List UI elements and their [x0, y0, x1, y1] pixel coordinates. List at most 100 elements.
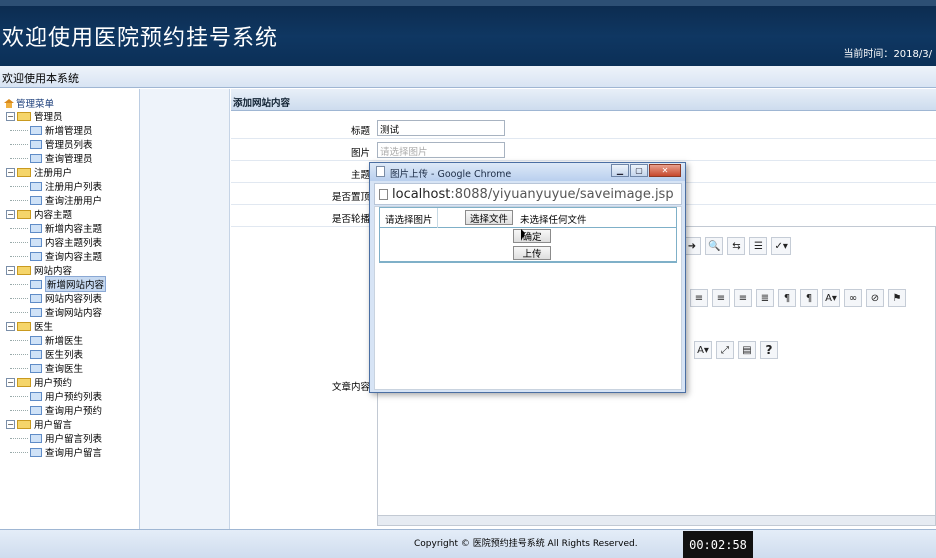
sidebar-item[interactable]: 查询管理员: [6, 151, 106, 165]
sidebar-group[interactable]: − 用户预约: [6, 375, 106, 389]
popup-content: 请选择图片 选择文件 未选择任何文件 确定 上传: [374, 206, 682, 390]
carousel-label: 是否轮播: [331, 214, 370, 225]
sidebar-group[interactable]: − 内容主题: [6, 207, 106, 221]
close-button[interactable]: ✕: [649, 164, 681, 177]
replace-icon[interactable]: ⇆: [727, 237, 746, 255]
page-icon: [30, 125, 42, 135]
tree-root[interactable]: 管理菜单: [4, 96, 54, 110]
sidebar-item[interactable]: 新增管理员: [6, 123, 106, 137]
link-icon[interactable]: ∞: [844, 289, 862, 307]
sidebar-item[interactable]: 用户留言列表: [6, 431, 106, 445]
sidebar-item-label: 管理员列表: [45, 140, 93, 151]
upload-row: 请选择图片 选择文件 未选择任何文件: [380, 208, 676, 228]
sidebar-item[interactable]: 查询用户预约: [6, 403, 106, 417]
editor-toolbar-3: A▾ ⤢ ▤ ?: [694, 339, 778, 361]
sidebar-item[interactable]: 管理员列表: [6, 137, 106, 151]
sidebar-item[interactable]: 查询网站内容: [6, 305, 106, 319]
confirm-button[interactable]: 确定: [513, 229, 551, 243]
current-time-label: 当前时间：: [843, 49, 894, 60]
collapse-icon[interactable]: −: [6, 209, 15, 219]
sidebar-item-label: 查询内容主题: [45, 252, 103, 263]
spellcheck-icon[interactable]: ✓▾: [771, 237, 791, 255]
select-all-icon[interactable]: ☰: [749, 237, 768, 255]
maximize-icon[interactable]: ⤢: [716, 341, 734, 359]
collapse-icon[interactable]: −: [6, 377, 15, 387]
choose-file-button[interactable]: 选择文件: [465, 210, 514, 225]
title-input[interactable]: 测试: [377, 120, 505, 136]
editor-status-bar: [378, 515, 935, 525]
sidebar-menu: 管理菜单 − 管理员 新增管理员管理员列表查询管理员 − 注册用户 注册用户列表查询注册用…: [0, 89, 140, 529]
copyright-text: Copyright © 医院预约挂号系统 All Rights Reserved…: [414, 539, 638, 549]
sidebar-item-label: 查询网站内容: [45, 308, 103, 319]
page-icon: [30, 223, 42, 233]
sidebar-item[interactable]: 新增网站内容: [6, 276, 107, 292]
sidebar-group[interactable]: − 注册用户: [6, 165, 106, 179]
upload-button[interactable]: 上传: [513, 246, 551, 260]
align-center-icon[interactable]: ≡: [712, 289, 730, 307]
sidebar-item-label: 内容主题列表: [45, 238, 103, 249]
welcome-bar: 欢迎使用本系统: [0, 66, 936, 88]
rtl-icon[interactable]: ¶: [800, 289, 818, 307]
anchor-icon[interactable]: ⚑: [888, 289, 906, 307]
text-color-icon[interactable]: A▾: [694, 341, 712, 359]
restore-button[interactable]: ▢: [630, 164, 648, 177]
popup-titlebar[interactable]: 图片上传 - Google Chrome ▁ ▢ ✕: [370, 163, 685, 181]
pinned-label: 是否置顶: [331, 192, 370, 203]
folder-icon: [17, 167, 31, 177]
tree-root-label: 管理菜单: [16, 99, 55, 110]
help-icon[interactable]: ?: [760, 341, 778, 359]
align-right-icon[interactable]: ≡: [734, 289, 752, 307]
page-icon: [30, 293, 42, 303]
sidebar-group[interactable]: − 网站内容: [6, 263, 106, 277]
page-icon: [379, 188, 388, 200]
collapse-icon[interactable]: −: [6, 419, 15, 429]
sidebar-group[interactable]: − 管理员: [6, 109, 106, 123]
collapse-icon[interactable]: −: [6, 111, 15, 121]
sidebar-item-label: 查询注册用户: [45, 196, 103, 207]
language-icon[interactable]: A▾: [822, 289, 840, 307]
mouse-cursor-icon: [521, 229, 525, 241]
sidebar-item[interactable]: 内容主题列表: [6, 235, 106, 249]
welcome-text: 欢迎使用本系统: [2, 72, 79, 85]
minimize-button[interactable]: ▁: [611, 164, 629, 177]
recording-timer: 00:02:58: [683, 531, 753, 558]
page-icon: [30, 391, 42, 401]
collapse-icon[interactable]: −: [6, 321, 15, 331]
image-upload-window[interactable]: 图片上传 - Google Chrome ▁ ▢ ✕ localhost:808…: [369, 162, 686, 393]
sidebar-item[interactable]: 查询医生: [6, 361, 106, 375]
align-left-icon[interactable]: ≡: [690, 289, 708, 307]
sidebar-item-label: 查询用户预约: [45, 406, 103, 417]
sidebar-item[interactable]: 查询用户留言: [6, 445, 106, 459]
sidebar-group[interactable]: − 用户留言: [6, 417, 106, 431]
url-host: localhost: [392, 186, 451, 202]
collapse-icon[interactable]: −: [6, 167, 15, 177]
sidebar-item[interactable]: 新增医生: [6, 333, 106, 347]
sidebar-item[interactable]: 注册用户列表: [6, 179, 106, 193]
collapse-icon[interactable]: −: [6, 265, 15, 275]
sidebar-item[interactable]: 查询注册用户: [6, 193, 106, 207]
unlink-icon[interactable]: ⊘: [866, 289, 884, 307]
sidebar-item-label: 用户预约列表: [45, 392, 103, 403]
sidebar-item[interactable]: 医生列表: [6, 347, 106, 361]
sidebar-item[interactable]: 查询内容主题: [6, 249, 106, 263]
folder-icon: [17, 111, 31, 121]
sidebar-item-label: 查询管理员: [45, 154, 93, 165]
table-bottom-rule: [380, 261, 676, 262]
sidebar-item[interactable]: 新增内容主题: [6, 221, 106, 235]
sidebar-item[interactable]: 网站内容列表: [6, 291, 106, 305]
folder-icon: [17, 419, 31, 429]
editor-toolbar-1: ➜ 🔍 ⇆ ☰ ✓▾: [683, 235, 791, 257]
sidebar-item[interactable]: 用户预约列表: [6, 389, 106, 403]
sidebar-item-label: 网站内容列表: [45, 294, 103, 305]
sidebar-group-label: 网站内容: [34, 266, 73, 277]
popup-address-bar[interactable]: localhost:8088/yiyuanyuyue/saveimage.jsp: [374, 183, 682, 205]
no-file-text: 未选择任何文件: [520, 215, 587, 226]
sidebar-item-label: 用户留言列表: [45, 434, 103, 445]
find-icon[interactable]: 🔍: [705, 237, 724, 255]
ltr-icon[interactable]: ¶: [778, 289, 796, 307]
image-input[interactable]: 请选择图片: [377, 142, 505, 158]
sidebar-group[interactable]: − 医生: [6, 319, 106, 333]
align-justify-icon[interactable]: ≣: [756, 289, 774, 307]
show-blocks-icon[interactable]: ▤: [738, 341, 756, 359]
page-icon: [30, 363, 42, 373]
